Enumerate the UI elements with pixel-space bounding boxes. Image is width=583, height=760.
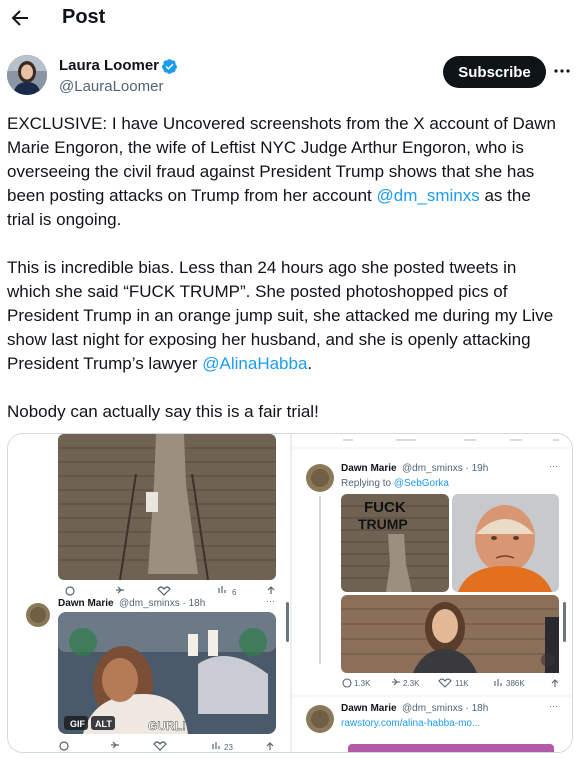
author-name[interactable]: Laura Loomer [59,57,159,74]
gif-badge: GIF [70,719,86,729]
post-line: trial is ongoing. [7,210,122,229]
tweet-meta: @dm_sminxs · 19h [402,463,488,474]
left-tweet-views: 23 [224,743,233,752]
graffiti-text-2: TRUMP [358,516,408,532]
graffiti-image: FUCK TRUMP [341,494,449,592]
replying-label: Replying to [341,478,394,489]
courthouse-photo [341,595,559,673]
post-line: This is incredible bias. Less than 24 ho… [7,258,517,277]
verified-badge-icon [162,59,177,74]
post-text-segment: as the [479,186,531,205]
post-text-segment: President Trump’s lawyer [7,354,203,373]
media-screenshot: 6 Dawn Marie @dm_sminxs · 18h ··· GIF AL… [8,434,572,752]
repost-count: 2.3K [403,679,420,688]
post-line: EXCLUSIVE: I have Uncovered screenshots … [7,114,556,133]
avatar[interactable] [7,55,47,95]
mention-link[interactable]: @AlinaHabba [202,354,307,373]
tweet-author-name: Dawn Marie [341,703,397,714]
top-bar: Post [0,0,583,38]
post-text-segment: been posting attacks on Trump from her a… [7,186,372,205]
link-card-image [348,744,554,752]
more-options-icon[interactable] [553,62,571,80]
post-text-segment: . [307,354,313,373]
author-handle[interactable]: @LauraLoomer [59,78,163,95]
post-line: President Trump in an orange jump suit, … [7,306,554,325]
tweet-link: rawstory.com/alina-habba-mo... [341,718,480,729]
tweet-author-name: Dawn Marie [58,598,114,609]
brick-wall-image [58,434,276,581]
left-scrollbar [286,602,289,642]
like-count: 11K [455,679,469,688]
graffiti-text-1: FUCK [364,499,406,516]
mention-link[interactable]: @dm_sminxs [377,186,480,205]
view-count: 386K [506,679,525,688]
subscribe-button[interactable]: Subscribe [443,56,546,88]
post-text: EXCLUSIVE: I have Uncovered screenshots … [7,112,577,424]
post-line: overseeing the civil fraud against Presi… [7,162,535,181]
left-screenshot: 6 Dawn Marie @dm_sminxs · 18h ··· GIF AL… [8,434,291,752]
post-line: been posting attacks on Trump from her a… [7,184,577,208]
page-title: Post [62,6,106,28]
left-top-views: 6 [232,588,237,597]
post-line: which she said “FUCK TRUMP”. She posted … [7,282,508,301]
svg-text:Replying to @SebGorka: Replying to @SebGorka [341,478,449,489]
right-screenshot: Dawn Marie @dm_sminxs · 19h ··· Replying… [290,434,572,752]
post-media[interactable]: 6 Dawn Marie @dm_sminxs · 18h ··· GIF AL… [7,433,573,753]
post-line: Marie Engoron, the wife of Leftist NYC J… [7,138,524,157]
mugshot-image [452,494,559,592]
reply-count: 1.3K [354,679,371,688]
left-tweet: Dawn Marie @dm_sminxs · 18h ··· GIF ALT … [26,596,276,752]
back-arrow-icon[interactable] [8,6,32,30]
gif-caption: GURL! [148,719,186,733]
tweet-more-icon: ··· [549,461,558,471]
tweet-more-icon: ··· [266,596,275,606]
post-line: President Trump’s lawyer @AlinaHabba. [7,352,577,376]
post-line: Nobody can actually say this is a fair t… [7,402,319,421]
alt-badge: ALT [95,719,112,729]
post-line: show last night for exposing her husband… [7,330,531,349]
avatar-image [7,55,47,95]
tweet-more-icon: ··· [549,701,558,711]
tweet-meta: @dm_sminxs · 18h [402,703,488,714]
tweet-meta: @dm_sminxs · 18h [119,598,205,609]
tweet-author-name: Dawn Marie [341,463,397,474]
replying-mention: @SebGorka [394,478,450,489]
